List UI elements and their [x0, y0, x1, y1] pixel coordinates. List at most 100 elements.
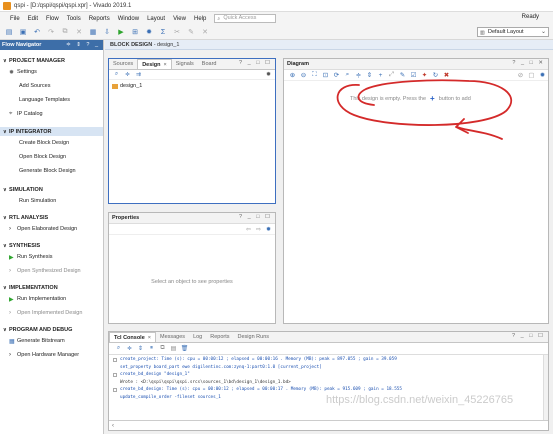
nav-item-add-sources[interactable]: Add Sources	[0, 79, 103, 93]
pin-icon[interactable]: ✦	[419, 71, 430, 79]
quick-access-input[interactable]: ⌕ Quick Access	[214, 14, 277, 23]
gear-icon[interactable]: ✹	[537, 71, 548, 79]
sigma-icon[interactable]: Σ	[158, 27, 168, 37]
zoom-in-icon[interactable]: ⊕	[287, 71, 298, 79]
menu-layout[interactable]: Layout	[147, 16, 165, 22]
section-simulation[interactable]: ∨ SIMULATION	[0, 185, 103, 194]
refresh-icon[interactable]: ⟳	[331, 71, 342, 79]
forward-icon[interactable]: ⇨	[256, 226, 261, 233]
window-controls[interactable]: ? _ □ ☐	[512, 333, 545, 339]
gear-icon[interactable]: ✹	[144, 27, 154, 37]
nav-item-language-templates[interactable]: Language Templates	[0, 93, 103, 107]
redo-icon[interactable]: ↷	[46, 27, 56, 37]
hierarchy-icon[interactable]: ⇉	[134, 71, 143, 78]
default-view-icon[interactable]: ⊘	[515, 71, 526, 79]
gear-icon[interactable]: ✹	[266, 226, 271, 233]
section-synthesis[interactable]: ∨ SYNTHESIS	[0, 241, 103, 250]
add-ip-button[interactable]: +	[430, 94, 435, 103]
delete-icon[interactable]: 🗑	[179, 345, 190, 352]
nav-item-ip-catalog[interactable]: ⌖ IP Catalog	[0, 107, 103, 121]
regenerate-icon[interactable]: ↻	[430, 71, 441, 79]
console-scrollbar[interactable]	[543, 355, 548, 421]
settings-icon[interactable]: ▦	[88, 27, 98, 37]
save-icon[interactable]: ▣	[18, 27, 28, 37]
tab-messages[interactable]: Messages	[156, 332, 189, 342]
tab-signals[interactable]: Signals	[172, 59, 198, 69]
clear-icon[interactable]: ▤	[168, 345, 179, 352]
nav-item-run-simulation[interactable]: Run Simulation	[0, 194, 103, 208]
nav-item-open-block-design[interactable]: Open Block Design	[0, 150, 103, 164]
nav-item-open-hardware-manager[interactable]: › Open Hardware Manager	[0, 348, 103, 362]
back-icon[interactable]: ⇦	[246, 226, 251, 233]
layout-select[interactable]: ▥ Default Layout ⌄	[477, 27, 549, 37]
undo-icon[interactable]: ↶	[32, 27, 42, 37]
window-controls[interactable]: ? _ □ ☐	[239, 214, 272, 220]
program-icon[interactable]: ⊞	[130, 27, 140, 37]
section-ip-integrator[interactable]: ∨ IP INTEGRATOR	[0, 127, 103, 136]
compile-icon[interactable]: ⇩	[102, 27, 112, 37]
close-icon[interactable]: ×	[148, 335, 151, 341]
validate-icon[interactable]: ☑	[408, 71, 419, 79]
tab-design[interactable]: Design ×	[137, 59, 172, 69]
tab-reports[interactable]: Reports	[206, 332, 233, 342]
fit-icon[interactable]: ⛶	[309, 71, 320, 79]
menu-flow[interactable]: Flow	[46, 16, 59, 22]
debug-icon[interactable]: ✎	[186, 27, 196, 37]
nav-item-generate-block-design[interactable]: Generate Block Design	[0, 164, 103, 178]
new-project-icon[interactable]: ▤	[4, 27, 14, 37]
cut-icon[interactable]: ✂	[172, 27, 182, 37]
wire-icon[interactable]: ⤢	[386, 71, 397, 79]
menu-window[interactable]: Window	[118, 16, 139, 22]
menu-view[interactable]: View	[173, 16, 186, 22]
search-icon[interactable]: ⌕	[342, 71, 353, 79]
error-icon[interactable]: ✖	[441, 71, 452, 79]
tab-log[interactable]: Log	[189, 332, 206, 342]
expand-icon[interactable]: ⇕	[135, 345, 146, 352]
flow-navigator-controls[interactable]: ≑ ⇕ ? _	[66, 42, 100, 48]
nav-item-create-block-design[interactable]: Create Block Design	[0, 136, 103, 150]
expand-icon[interactable]: ⇕	[364, 71, 375, 79]
collapse-icon[interactable]: ≑	[353, 71, 364, 79]
wrench-icon[interactable]: ✎	[397, 71, 408, 79]
zoom-area-icon[interactable]: ⊡	[320, 71, 331, 79]
menu-edit[interactable]: Edit	[28, 16, 38, 22]
tab-tcl-console[interactable]: Tcl Console ×	[109, 332, 156, 342]
nav-item-open-elaborated-design[interactable]: › Open Elaborated Design	[0, 222, 103, 236]
section-program-and-debug[interactable]: ∨ PROGRAM AND DEBUG	[0, 325, 103, 334]
nav-item-open-implemented-design[interactable]: › Open Implemented Design	[0, 306, 103, 320]
search-icon[interactable]: ⌕	[113, 345, 124, 352]
add-ip-icon[interactable]: +	[375, 72, 386, 79]
window-controls[interactable]: ? _ □ ✕	[512, 60, 545, 66]
copy-icon[interactable]: ⧉	[157, 345, 168, 352]
copy-icon[interactable]: ⧉	[60, 27, 70, 37]
nav-item-run-synthesis[interactable]: ▶ Run Synthesis	[0, 250, 103, 264]
collapse-all-icon[interactable]: ≑	[123, 71, 132, 78]
menu-file[interactable]: File	[10, 16, 20, 22]
gear-icon[interactable]: ✹	[266, 71, 271, 78]
pause-icon[interactable]: ⏸	[146, 345, 157, 352]
tab-design-runs[interactable]: Design Runs	[234, 332, 274, 342]
tool-icon[interactable]: ✕	[200, 27, 210, 37]
section-project-manager[interactable]: ∨ PROJECT MANAGER	[0, 56, 103, 65]
layout-icon[interactable]: ▢	[526, 71, 537, 79]
nav-item-settings[interactable]: ✹ Settings	[0, 65, 103, 79]
nav-item-generate-bitstream[interactable]: ▦ Generate Bitstream	[0, 334, 103, 348]
nav-item-open-synthesized-design[interactable]: › Open Synthesized Design	[0, 264, 103, 278]
tab-board[interactable]: Board	[198, 59, 221, 69]
menu-tools[interactable]: Tools	[67, 16, 81, 22]
menu-help[interactable]: Help	[194, 16, 206, 22]
zoom-out-icon[interactable]: ⊖	[298, 71, 309, 79]
tcl-command-input[interactable]: ‹	[109, 420, 548, 430]
close-icon[interactable]: ×	[164, 62, 167, 68]
window-controls[interactable]: ? _ □ ☐	[239, 60, 272, 66]
run-icon[interactable]: ▶	[116, 27, 126, 37]
section-rtl-analysis[interactable]: ∨ RTL ANALYSIS	[0, 213, 103, 222]
nav-item-run-implementation[interactable]: ▶ Run Implementation	[0, 292, 103, 306]
section-implementation[interactable]: ∨ IMPLEMENTATION	[0, 283, 103, 292]
delete-icon[interactable]: ✕	[74, 27, 84, 37]
search-icon[interactable]: ⌕	[112, 71, 121, 78]
tree-item-design[interactable]: design_1	[109, 80, 275, 89]
collapse-icon[interactable]: ≑	[124, 345, 135, 352]
menu-reports[interactable]: Reports	[89, 16, 110, 22]
tab-sources[interactable]: Sources	[109, 59, 137, 69]
